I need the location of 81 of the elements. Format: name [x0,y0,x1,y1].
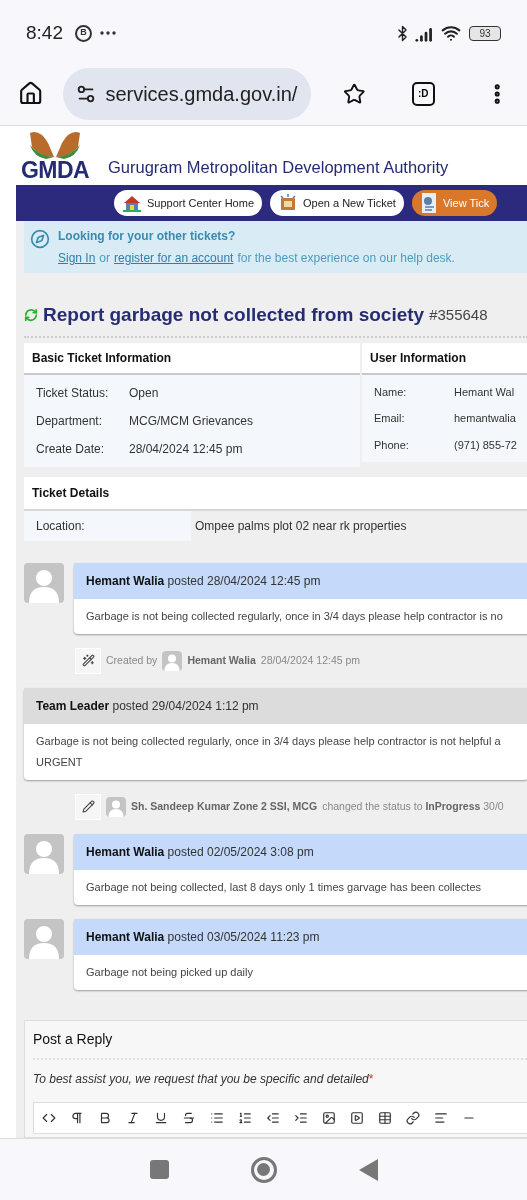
field-value: Hemant Wal [454,384,515,400]
field-label: Location: [24,510,191,541]
field-label: Phone: [374,437,410,453]
message-header: Hemant Walia posted 28/04/2024 12:45 pm [74,562,527,599]
site-title: Gurugram Metropolitan Development Authority [108,157,449,179]
bold-icon[interactable] [98,1110,112,1125]
message-header: Team Leader posted 29/04/2024 1:12 pm [24,687,527,724]
field-label: Name: [374,384,408,400]
house-icon [122,194,142,212]
status-time: 8:42 [26,20,63,45]
nav-button[interactable]: Support Center Home [114,190,262,216]
wand-icon [75,647,101,674]
field-value: Ompee palms plot 02 near rk properties [194,517,408,535]
compass-icon [30,229,50,249]
avatar [106,796,126,817]
field-label: Ticket Status: [36,384,110,402]
event-author: Sh. Sandeep Kumar Zone 2 SSI, MCG [131,798,318,814]
notice-text: for the best experience on our help desk. [237,250,455,267]
message-text: Garbage is not being collected regularly, once in 3/4 days please help contractor is not helpful a [36,733,501,749]
video-icon[interactable] [350,1110,364,1125]
register-link[interactable]: register for an account [114,249,234,267]
field-label: Department: [36,412,104,430]
underline-icon[interactable] [154,1110,168,1125]
tabs-button[interactable]: :D [411,81,435,106]
more-notifications-icon [100,31,116,35]
nav-button[interactable]: Open a New Ticket [270,190,404,216]
back-button[interactable] [358,1158,378,1181]
outdent-icon[interactable] [266,1110,280,1125]
field-value: 28/04/2024 12:45 pm [129,440,243,458]
message-header: Hemant Walia posted 02/05/2024 3:08 pm [74,833,527,870]
align-left-icon[interactable] [434,1110,448,1125]
message-text: URGENT [36,754,83,770]
message-header: Hemant Walia posted 03/05/2024 11:23 pm [74,918,527,955]
ticket-icon [278,194,298,212]
logo: GMDA [18,129,92,182]
field-value: (971) 855-72 [454,437,517,453]
wifi-icon [441,23,461,43]
notice-text: or [99,250,111,267]
numbered-list-icon[interactable] [238,1110,252,1125]
pencil-icon [75,793,101,820]
field-label: Create Date: [36,440,106,458]
avatar [24,833,64,874]
field-value: MCG/MCM Grievances [129,412,253,430]
event-author: Hemant Walia [187,652,256,668]
reply-heading: Post a Reply [33,1028,527,1060]
avatar [24,918,64,959]
event-text: Created by [106,652,158,668]
sign-in-link[interactable]: Sign In [58,249,96,267]
home-icon[interactable] [18,80,44,107]
address-bar[interactable]: services.gmda.gov.in/ [63,67,312,120]
event-text: changed the status to InProgress 30/0 [322,798,504,814]
indent-icon[interactable] [294,1110,308,1125]
table-icon[interactable] [378,1110,392,1125]
table-header: User Information [362,342,527,375]
event-text: 28/04/2024 12:45 pm [260,652,361,668]
bullet-list-icon[interactable] [210,1110,224,1125]
field-value: hemantwalia [454,411,516,426]
notice-title: Looking for your other tickets? [58,228,237,245]
link-icon[interactable] [406,1110,420,1125]
home-button[interactable] [250,1156,277,1183]
strikethrough-icon[interactable] [182,1110,196,1125]
field-value: Open [129,384,159,402]
avatar [24,562,64,603]
table-header: Basic Ticket Information [24,342,360,375]
ticket-title: Report garbage not collected from society [43,303,425,327]
italic-icon[interactable] [126,1110,140,1125]
reply-prompt: To best assist you, we request that you be specific and detailed* [33,1070,375,1088]
table-header: Ticket Details [24,476,527,511]
bookmark-icon[interactable] [343,81,366,106]
avatar [162,650,183,671]
notification-icon: B [75,24,92,42]
message-text: Garbage is not being collected regularly, once in 3/4 days please help contractor is no [86,608,503,624]
battery-icon: 93 [469,25,501,41]
recents-button[interactable] [149,1160,169,1179]
ticket-number: #355648 [429,305,488,325]
field-label: Email: [374,411,406,426]
paragraph-icon[interactable] [70,1110,84,1125]
document-icon [419,192,438,214]
message-text: Garbage not being picked up daily [86,964,253,980]
image-icon[interactable] [322,1110,336,1125]
message-text: Garbage not being collected, last 8 days only 1 times garvage has been collectes [86,879,482,895]
